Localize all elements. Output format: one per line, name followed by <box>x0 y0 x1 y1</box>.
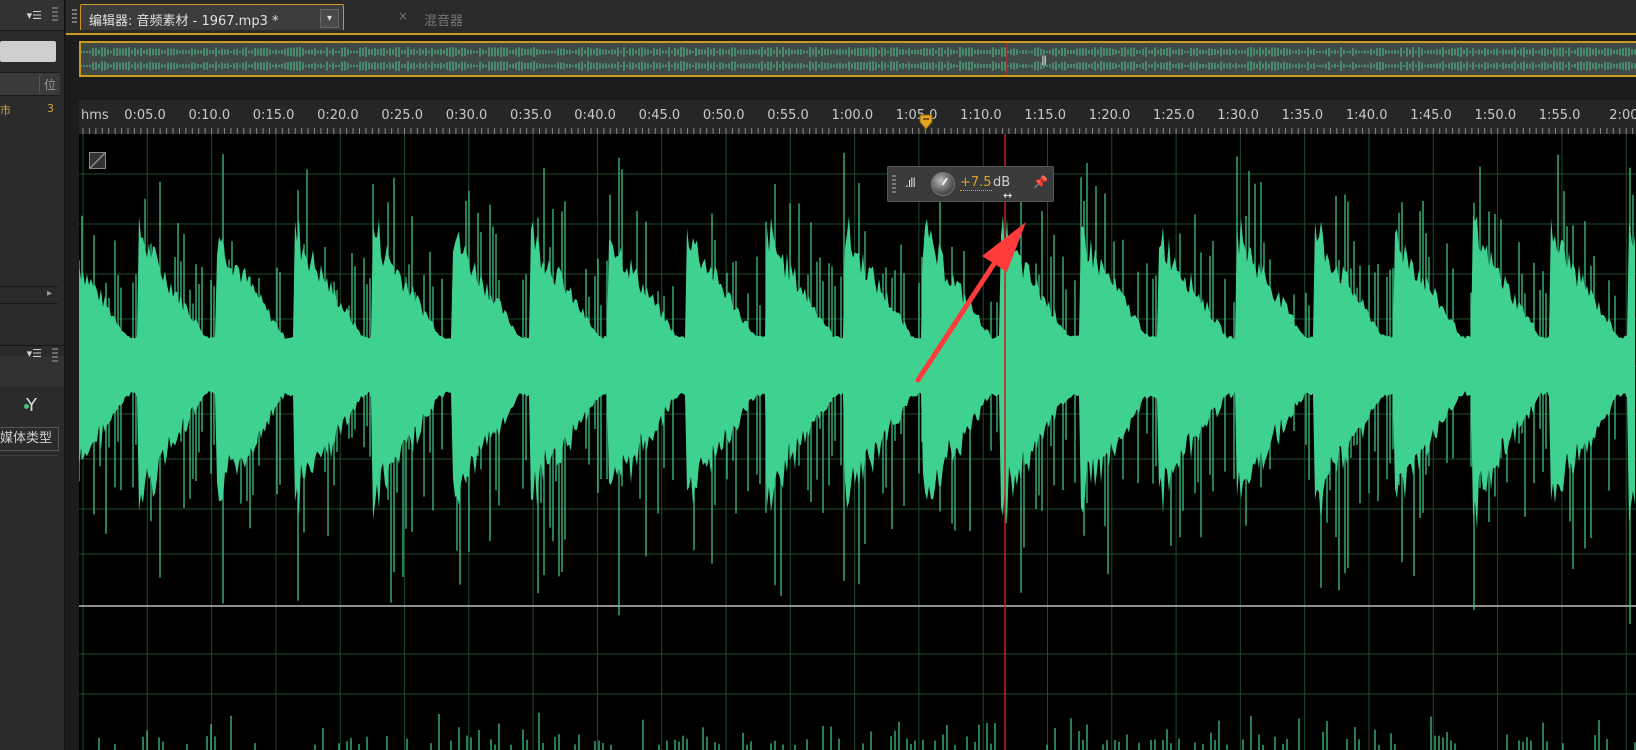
waveform <box>79 134 1636 750</box>
volume-knob[interactable] <box>931 172 955 196</box>
ruler-tick-label: 1:40.0 <box>1345 108 1388 123</box>
overview-waveform <box>81 43 1636 75</box>
ruler-tick-label: 0:55.0 <box>767 108 809 123</box>
ruler-tick-label: 1:00.0 <box>831 108 874 123</box>
ruler-tick-label: 2:00 <box>1609 108 1636 123</box>
panel-menu-icon-2[interactable]: ▾☰ <box>27 347 42 360</box>
overview-drag-handle-icon[interactable]: ||| <box>1041 55 1047 66</box>
pin-icon[interactable]: 📌 <box>1033 175 1048 189</box>
ruler-tick-label: 1:15.0 <box>1024 108 1066 123</box>
time-ruler[interactable]: hms 0:05.0 0:10.0 0:15.0 0:20.0 0:25.0 0:30.0… <box>79 100 1636 135</box>
tab-editor-label: 编辑器: 音频素材 - 1967.mp3 * <box>89 14 279 29</box>
ruler-tick-label: 1:55.0 <box>1538 108 1581 123</box>
tab-editor[interactable]: 编辑器: 音频素材 - 1967.mp3 * ▾ <box>80 4 344 30</box>
ruler-tick-label: 0:40.0 <box>574 108 616 123</box>
search-input[interactable] <box>0 41 56 62</box>
list-item-value: 3 <box>47 102 54 115</box>
panel-divider <box>0 345 64 346</box>
time-unit-label[interactable]: hms <box>81 108 109 123</box>
media-type-column[interactable]: 媒体类型 <box>0 427 59 451</box>
close-tab-icon[interactable]: × <box>398 9 408 23</box>
ruler-tick-label: 1:10.0 <box>960 108 1002 123</box>
ruler-tick-label: 0:30.0 <box>445 108 488 123</box>
waveform-overview[interactable]: ||| <box>79 41 1636 77</box>
zoom-toggle-icon[interactable] <box>89 152 106 169</box>
ruler-tick-label: 1:35.0 <box>1281 108 1324 123</box>
files-panel-header: ▾☰ <box>0 0 64 31</box>
panel-grip-icon-2[interactable] <box>52 348 58 364</box>
filter-icon[interactable]: Y <box>24 395 37 416</box>
column-header[interactable]: 位 <box>0 72 60 96</box>
panel-grip-icon[interactable] <box>52 7 58 23</box>
filter-status-dot <box>24 404 29 409</box>
level-meter-icon: .ıll <box>905 176 916 190</box>
ruler-tick-label: 0:50.0 <box>702 108 745 123</box>
column-header-label: 位 <box>38 76 56 93</box>
scroll-right-icon[interactable]: ▸ <box>47 288 52 299</box>
list-item-name: 市 <box>0 104 11 117</box>
ruler-tick-label: 1:30.0 <box>1217 108 1259 123</box>
volume-value[interactable]: +7.5 <box>960 175 992 191</box>
ruler-tick-label: 1:45.0 <box>1410 108 1452 123</box>
ruler-tick-label: 0:25.0 <box>381 108 423 123</box>
file-dropdown-icon[interactable]: ▾ <box>320 9 339 28</box>
ruler-tick-label: 0:45.0 <box>638 108 681 123</box>
ruler-tick-label: 1:20.0 <box>1088 108 1131 123</box>
ruler-tick-label: 1:25.0 <box>1152 108 1195 123</box>
list-item[interactable]: 市 3 <box>0 102 58 120</box>
volume-unit-label: dB <box>993 175 1011 190</box>
panel-menu-icon[interactable]: ▾☰ <box>27 9 42 22</box>
volume-hud[interactable]: .ıll +7.5 dB 📌 ↔ <box>887 166 1054 202</box>
media-panel-header: ▾☰ <box>0 347 64 386</box>
tab-mixer[interactable]: 混音器 <box>424 10 463 29</box>
tab-grip-icon[interactable] <box>72 9 77 25</box>
ruler-tick-label: 0:10.0 <box>188 108 231 123</box>
ruler-tick-label: 0:35.0 <box>509 108 552 123</box>
editor-tab-bar: 编辑器: 音频素材 - 1967.mp3 * ▾ × 混音器 <box>66 0 1636 35</box>
ruler-tick-label: 0:05.0 <box>124 108 166 123</box>
ruler-tick-label: 1:50.0 <box>1474 108 1517 123</box>
waveform-display[interactable]: .ıll +7.5 dB 📌 ↔ <box>79 134 1636 750</box>
left-panel: ▾☰ 位 市 3 ▸ ▾☰ Y 媒体类型 <box>0 0 65 750</box>
ruler-tick-label: 0:20.0 <box>317 108 359 123</box>
drag-cursor-icon: ↔ <box>1003 189 1013 202</box>
horizontal-scrollbar[interactable]: ▸ <box>0 286 58 304</box>
divider <box>0 455 58 456</box>
playhead-handle-icon[interactable] <box>919 114 933 130</box>
hud-grip-icon[interactable] <box>892 175 896 193</box>
ruler-tick-label: 0:15.0 <box>252 108 295 123</box>
